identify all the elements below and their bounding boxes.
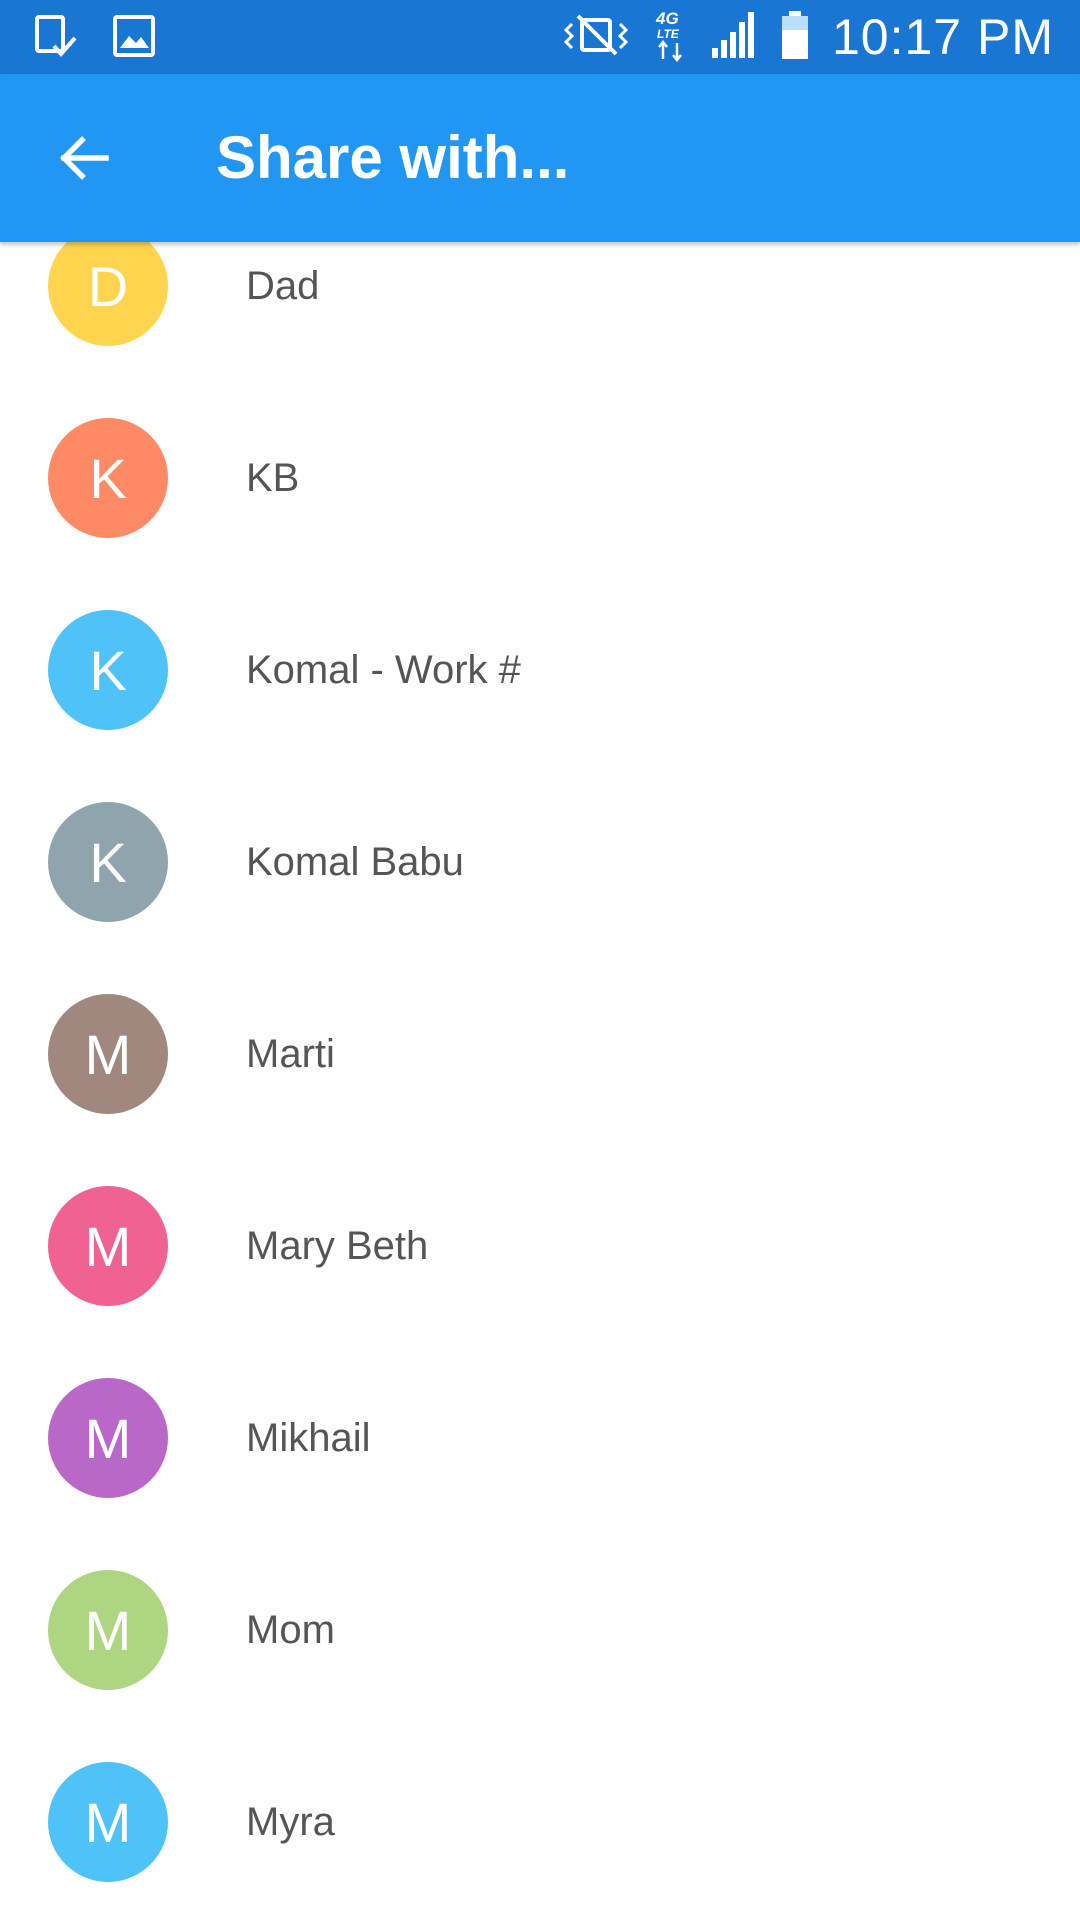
contact-name: Komal - Work # — [246, 647, 521, 692]
svg-text:4G: 4G — [655, 9, 679, 28]
contact-row[interactable]: M Mikhail — [0, 1342, 1080, 1534]
contact-name: Mom — [246, 1607, 335, 1652]
contact-name: Myra — [246, 1799, 335, 1844]
page-title: Share with... — [216, 124, 570, 191]
notification-icons — [34, 14, 156, 65]
contact-name: Marti — [246, 1031, 335, 1076]
battery-icon — [780, 10, 810, 65]
svg-text:LTE: LTE — [657, 27, 680, 41]
contact-avatar: M — [48, 1378, 168, 1498]
system-icons: 4G LTE 10:17 PM — [560, 0, 1054, 74]
contact-name: Mary Beth — [246, 1223, 429, 1268]
contact-list-content: D Dad K KB K Komal - Work # K Komal Babu M Marti M… — [0, 242, 1080, 1918]
vibrate-mute-icon — [560, 12, 632, 63]
contact-row[interactable]: M Myra — [0, 1726, 1080, 1918]
contact-row[interactable]: M Mary Beth — [0, 1150, 1080, 1342]
contact-avatar: K — [48, 610, 168, 730]
status-time: 10:17 PM — [831, 9, 1054, 65]
arrow-back-icon — [58, 132, 110, 189]
back-button[interactable] — [34, 110, 134, 210]
contact-row[interactable]: D Dad — [0, 242, 1080, 382]
contact-row[interactable]: M Marti — [0, 958, 1080, 1150]
contact-avatar: K — [48, 418, 168, 538]
contact-avatar: K — [48, 802, 168, 922]
4g-lte-icon: 4G LTE — [654, 7, 688, 68]
download-done-icon — [34, 14, 78, 65]
contact-avatar: M — [48, 994, 168, 1114]
contact-name: Dad — [246, 263, 320, 308]
contact-name: Komal Babu — [246, 839, 464, 884]
contact-name: KB — [246, 455, 300, 500]
app-bar: Share with... — [0, 74, 1080, 242]
contact-row[interactable]: K Komal Babu — [0, 766, 1080, 958]
status-bar: 4G LTE 10:17 PM — [0, 0, 1080, 74]
contact-list[interactable]: D Dad K KB K Komal - Work # K Komal Babu M Marti M… — [0, 242, 1080, 1920]
contact-row[interactable]: M Mom — [0, 1534, 1080, 1726]
image-icon — [112, 14, 156, 65]
signal-icon — [710, 10, 758, 65]
contact-name: Mikhail — [246, 1415, 371, 1460]
contact-avatar: M — [48, 1762, 168, 1882]
contact-avatar: M — [48, 1570, 168, 1690]
contact-avatar: M — [48, 1186, 168, 1306]
contact-row[interactable]: K KB — [0, 382, 1080, 574]
contact-row[interactable]: K Komal - Work # — [0, 574, 1080, 766]
contact-avatar: D — [48, 242, 168, 346]
